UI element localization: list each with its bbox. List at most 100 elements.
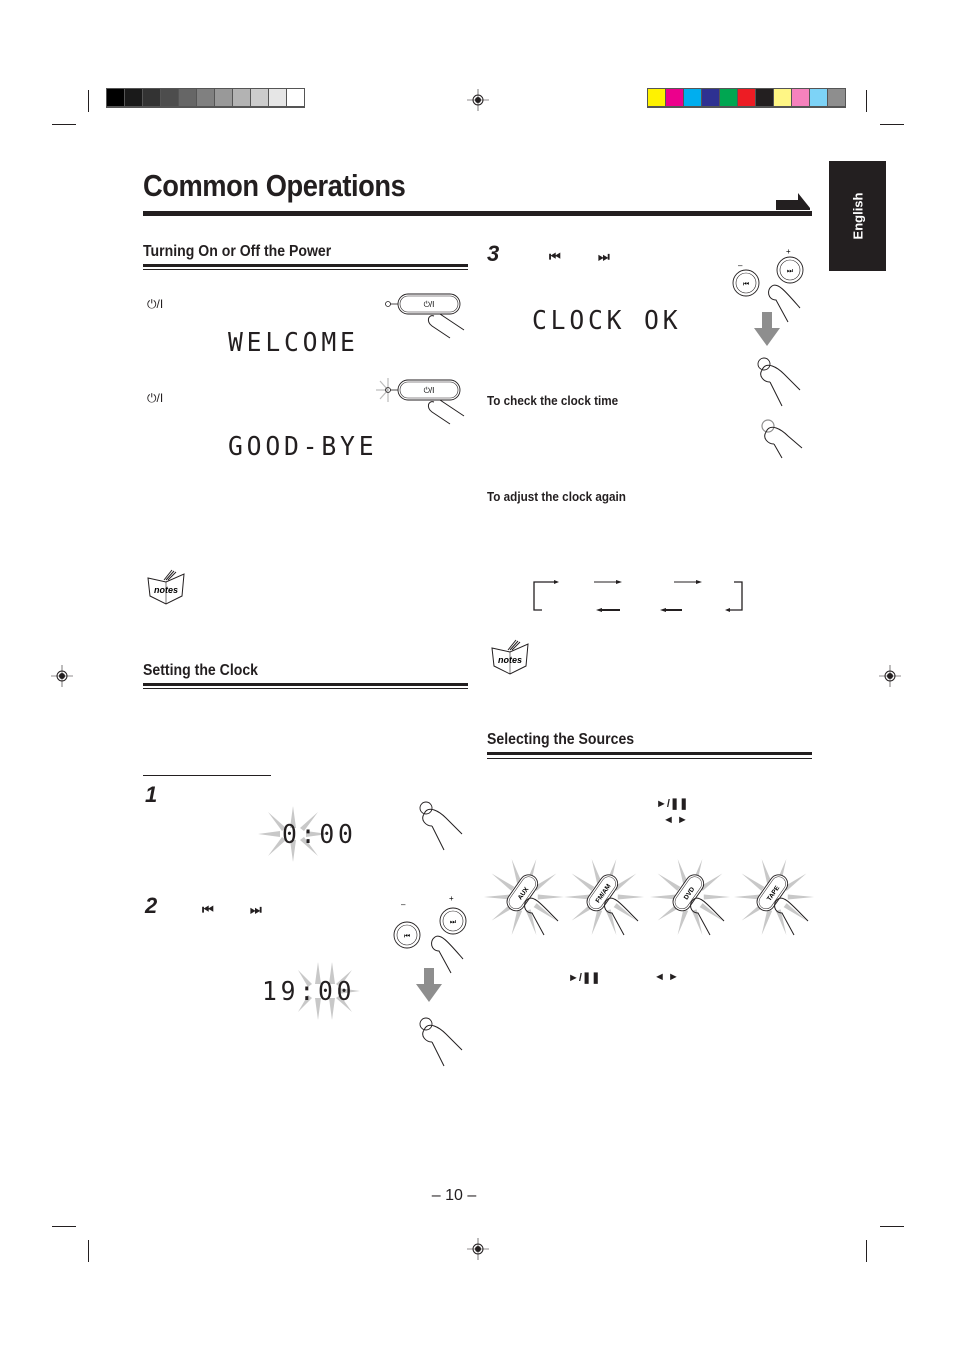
grayscale-swatch: [233, 89, 250, 106]
color-swatch: [810, 89, 827, 106]
grayscale-swatch: [125, 89, 142, 106]
step-number-1: 1: [145, 782, 158, 807]
grayscale-swatch: [143, 89, 160, 106]
section-heading-clock: Setting the Clock: [143, 662, 259, 679]
section-rule: [143, 683, 468, 686]
color-swatch: [684, 89, 701, 106]
down-arrow-icon: [416, 968, 442, 1002]
grayscale-swatch: [107, 89, 124, 106]
svg-text:–: –: [401, 900, 406, 909]
grayscale-swatch: [215, 89, 232, 106]
crop-mark: [88, 1240, 89, 1262]
tape-direction-symbol: ◄ ►: [663, 814, 688, 826]
color-swatch: [720, 89, 737, 106]
crop-mark: [866, 1240, 867, 1262]
subsection-rule: [143, 775, 271, 776]
grayscale-swatch: [197, 89, 214, 106]
power-symbol: ⏻/I: [147, 297, 164, 311]
tape-direction-symbol: ◄ ►: [654, 971, 679, 983]
grayscale-swatch: [179, 89, 196, 106]
notes-icon: notes: [147, 569, 185, 605]
play-pause-symbol: ►/❚❚: [568, 972, 601, 984]
svg-text:⏭: ⏭: [450, 919, 457, 926]
svg-text:+: +: [786, 247, 791, 256]
svg-text:–: –: [738, 261, 743, 270]
registration-mark-icon: [467, 89, 489, 111]
step-number-3: 3: [487, 241, 500, 266]
page-number: – 10 –: [431, 1187, 477, 1204]
grayscale-swatch: [287, 89, 304, 106]
source-button-tape[interactable]: TAPE: [734, 855, 820, 937]
registration-mark-icon: [467, 1238, 489, 1260]
color-swatch-bar: [647, 88, 846, 108]
source-button-aux[interactable]: AUX: [484, 855, 570, 937]
prev-next-buttons-icon[interactable]: – + ⏮ ⏭: [391, 894, 467, 975]
source-button-fm-am[interactable]: FM/AM: [564, 855, 650, 937]
lcd-display-clock-set: 19:00: [262, 977, 356, 1007]
subheading-adjust-clock: To adjust the clock again: [487, 489, 626, 504]
registration-mark-icon: [51, 665, 73, 687]
svg-text:notes: notes: [498, 655, 522, 665]
cycle-flow-diagram: [533, 580, 743, 612]
section-rule: [143, 269, 468, 270]
power-button-icon[interactable]: ⏻/I: [384, 292, 466, 339]
svg-text:notes: notes: [154, 585, 178, 595]
power-symbol: ⏻/I: [147, 391, 164, 405]
down-arrow-icon: [754, 312, 780, 346]
next-symbol: ⏭: [598, 249, 610, 264]
section-rule: [143, 264, 468, 267]
svg-text:⏻/I: ⏻/I: [424, 300, 435, 309]
grayscale-swatch: [161, 89, 178, 106]
source-button-dvd[interactable]: DVD: [650, 855, 736, 937]
prev-symbol: ⏮: [202, 902, 214, 917]
registration-mark-icon: [879, 665, 901, 687]
color-swatch: [792, 89, 809, 106]
grayscale-swatch: [269, 89, 286, 106]
continue-arrow-icon: [776, 193, 810, 210]
crop-mark: [52, 124, 76, 125]
svg-text:⏮: ⏮: [404, 933, 410, 940]
svg-text:⏭: ⏭: [787, 268, 794, 275]
lcd-display-goodbye: GOOD-BYE: [228, 432, 378, 462]
color-swatch: [666, 89, 683, 106]
play-pause-symbol: ►/❚❚: [656, 798, 689, 810]
press-finger-icon: [419, 1017, 463, 1067]
svg-text:+: +: [449, 894, 454, 903]
power-button-lit-icon[interactable]: ⏻/I: [376, 378, 466, 425]
crop-mark: [880, 1226, 904, 1227]
subheading-check-clock: To check the clock time: [487, 393, 619, 408]
section-heading-sources: Selecting the Sources: [487, 731, 635, 748]
section-rule: [487, 752, 812, 755]
crop-mark: [52, 1226, 76, 1227]
grayscale-swatch-bar: [106, 88, 305, 108]
title-rule: [143, 211, 812, 216]
section-rule: [487, 758, 812, 759]
svg-text:⏮: ⏮: [743, 281, 749, 288]
press-finger-icon: [761, 419, 803, 459]
section-heading-power: Turning On or Off the Power: [143, 243, 332, 260]
color-swatch: [774, 89, 791, 106]
color-swatch: [648, 89, 665, 106]
press-finger-icon: [757, 357, 801, 407]
language-tab-label: English: [850, 192, 865, 240]
language-tab: English: [829, 161, 886, 271]
notes-icon: notes: [491, 639, 529, 675]
lcd-display-clock-initial: 0:00: [282, 820, 357, 850]
page-title: Common Operations: [143, 168, 406, 203]
color-swatch: [738, 89, 755, 106]
lcd-display-welcome: WELCOME: [228, 328, 359, 358]
prev-symbol: ⏮: [549, 249, 561, 264]
next-symbol: ⏭: [250, 902, 262, 917]
crop-mark: [866, 90, 867, 112]
svg-text:⏻/I: ⏻/I: [424, 386, 435, 395]
crop-mark: [880, 124, 904, 125]
press-finger-icon: [419, 801, 463, 851]
section-rule: [143, 688, 468, 689]
color-swatch: [828, 89, 845, 106]
color-swatch: [702, 89, 719, 106]
grayscale-swatch: [251, 89, 268, 106]
lcd-display-clock-ok: CLOCK OK: [532, 306, 682, 336]
color-swatch: [756, 89, 773, 106]
crop-mark: [88, 90, 89, 112]
step-number-2: 2: [145, 893, 158, 918]
